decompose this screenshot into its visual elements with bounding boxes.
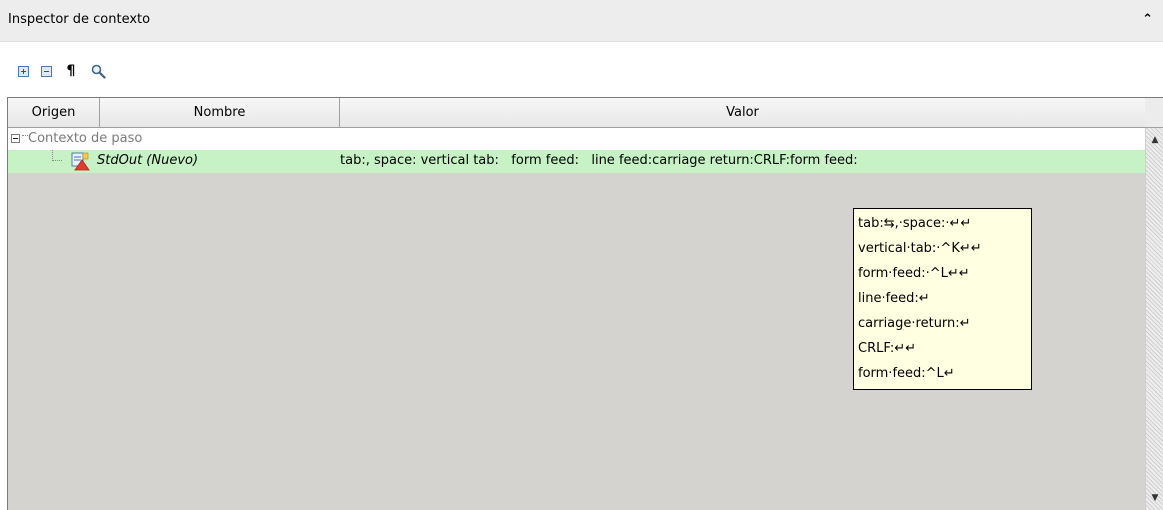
scroll-down-icon[interactable]: ▼ bbox=[1149, 492, 1161, 504]
tooltip-line: form·feed:^L↵ bbox=[858, 366, 955, 381]
pilcrow-icon: ¶ bbox=[66, 63, 76, 79]
column-header-nombre[interactable]: Nombre bbox=[100, 98, 340, 127]
plus-box-icon bbox=[17, 65, 29, 77]
collapse-all-button[interactable] bbox=[38, 63, 54, 79]
stdout-icon bbox=[71, 152, 90, 171]
panel-title: Inspector de contexto bbox=[8, 12, 151, 27]
grid-header: Origen Nombre Valor bbox=[8, 98, 1146, 128]
vertical-scrollbar[interactable]: ▲ ▼ bbox=[1145, 128, 1163, 510]
table-row[interactable]: StdOut (Nuevo) tab:, space: vertical tab… bbox=[8, 150, 1146, 173]
magnifier-icon bbox=[91, 64, 106, 79]
tooltip-line: form·feed:·^L↵↵ bbox=[858, 266, 970, 281]
toolbar: ¶ bbox=[0, 42, 1163, 97]
tooltip-line: line·feed:↵ bbox=[858, 291, 930, 306]
tooltip-line: carriage·return:↵ bbox=[858, 316, 971, 331]
scroll-up-icon[interactable]: ▲ bbox=[1149, 134, 1161, 146]
show-whitespace-button[interactable]: ¶ bbox=[63, 63, 79, 79]
value-tooltip: tab:⇆,·space:·↵↵ vertical·tab:·^K↵↵ form… bbox=[853, 208, 1032, 390]
column-header-origen[interactable]: Origen bbox=[8, 98, 100, 127]
row-value: tab:, space: vertical tab: form feed: li… bbox=[340, 153, 858, 168]
group-label: Contexto de paso bbox=[28, 131, 143, 146]
column-header-valor[interactable]: Valor bbox=[340, 98, 1146, 127]
row-name: StdOut (Nuevo) bbox=[97, 153, 199, 168]
collapse-group-icon[interactable] bbox=[11, 134, 20, 143]
search-button[interactable] bbox=[90, 63, 106, 79]
collapse-panel-icon[interactable]: ⌃ bbox=[1142, 12, 1153, 27]
tooltip-line: tab:⇆,·space:·↵↵ bbox=[858, 216, 972, 231]
tooltip-line: CRLF:↵↵ bbox=[858, 341, 916, 356]
tooltip-line: vertical·tab:·^K↵↵ bbox=[858, 241, 982, 256]
group-row[interactable]: Contexto de paso bbox=[8, 128, 1146, 150]
expand-all-button[interactable] bbox=[15, 63, 31, 79]
tree-connector bbox=[52, 150, 62, 161]
scroll-corner bbox=[1145, 98, 1163, 128]
minus-box-icon bbox=[40, 65, 52, 77]
panel-header: Inspector de contexto ⌃ bbox=[0, 0, 1163, 42]
